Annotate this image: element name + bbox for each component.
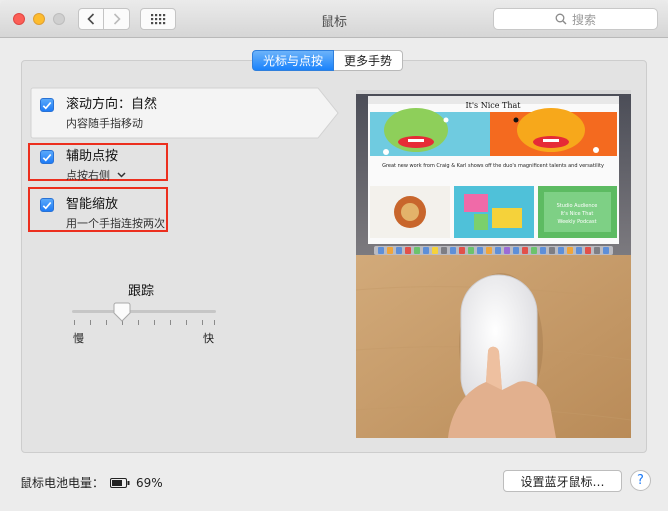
preview-headline: Great new work from Craig & Karl shows o… — [382, 163, 604, 169]
slider-tick — [74, 320, 75, 325]
minimize-window-button[interactable] — [33, 13, 45, 25]
tab-bar: 光标与点按 更多手势 — [252, 50, 404, 71]
smart-zoom-subtitle: 用一个手指连按两次 — [66, 217, 165, 230]
secondary-click-title: 辅助点按 — [66, 149, 119, 164]
forward-button[interactable] — [104, 8, 130, 30]
tracking-slow-label: 慢 — [73, 332, 84, 345]
secondary-click-checkbox[interactable] — [40, 150, 54, 164]
slider-tick — [186, 320, 187, 325]
gesture-preview-video: It's Nice That Great new work from Craig… — [356, 90, 631, 438]
battery-percent: 69% — [136, 475, 163, 490]
scroll-direction-title: 滚动方向：自然 — [66, 97, 158, 112]
search-icon — [555, 13, 567, 25]
tab-point-click[interactable]: 光标与点按 — [252, 50, 335, 71]
secondary-click-subtitle: 点按右侧 — [66, 169, 110, 182]
tracking-slider-knob[interactable] — [113, 302, 131, 322]
slider-tick — [90, 320, 91, 325]
battery-label: 鼠标电池电量： — [20, 476, 105, 490]
smart-zoom-title: 智能缩放 — [66, 197, 119, 212]
tracking-slider-track[interactable] — [72, 310, 216, 313]
search-placeholder: 搜索 — [571, 12, 596, 27]
secondary-click-dropdown[interactable]: 点按右侧 — [66, 167, 126, 183]
checkmark-icon — [42, 201, 52, 210]
zoom-window-button[interactable] — [53, 13, 65, 25]
option-scroll-direction[interactable]: 滚动方向：自然 内容随手指移动 — [40, 97, 157, 131]
tracking-fast-label: 快 — [203, 332, 214, 345]
setup-bluetooth-mouse-button[interactable]: 设置蓝牙鼠标… — [503, 470, 622, 492]
tab-more-gestures[interactable]: 更多手势 — [334, 50, 404, 71]
checkmark-icon — [42, 153, 52, 162]
title-bar: 鼠标 搜索 — [0, 0, 668, 38]
preview-card-line: Studio Audience — [557, 203, 598, 209]
tracking-speed-label: 跟踪 — [128, 284, 155, 299]
option-smart-zoom[interactable]: 智能缩放 用一个手指连按两次 — [40, 197, 165, 231]
scroll-direction-checkbox[interactable] — [40, 98, 54, 112]
chevron-down-icon — [117, 172, 126, 178]
battery-icon — [110, 477, 130, 488]
slider-tick — [214, 320, 215, 325]
smart-zoom-checkbox[interactable] — [40, 198, 54, 212]
option-secondary-click[interactable]: 辅助点按 点按右侧 — [40, 149, 126, 183]
grid-icon — [151, 14, 166, 25]
preview-browser-title: It's Nice That — [465, 101, 521, 110]
scroll-direction-subtitle: 内容随手指移动 — [66, 117, 143, 130]
show-all-button[interactable] — [140, 8, 176, 30]
chevron-right-icon — [113, 13, 121, 25]
checkmark-icon — [42, 101, 52, 110]
slider-tick — [106, 320, 107, 325]
close-window-button[interactable] — [13, 13, 25, 25]
chevron-left-icon — [87, 13, 95, 25]
search-field[interactable]: 搜索 — [493, 8, 658, 30]
slider-tick — [170, 320, 171, 325]
preview-card-line: Weekly Podcast — [557, 219, 596, 225]
preview-illustration: It's Nice That Great new work from Craig… — [356, 90, 631, 438]
slider-tick — [202, 320, 203, 325]
battery-status: 鼠标电池电量： 69% — [20, 474, 163, 491]
help-button[interactable]: ? — [630, 470, 651, 491]
back-button[interactable] — [78, 8, 104, 30]
slider-tick — [138, 320, 139, 325]
window-title: 鼠标 — [320, 15, 347, 30]
preview-card-line: It's Nice That — [561, 211, 594, 217]
slider-tick — [154, 320, 155, 325]
